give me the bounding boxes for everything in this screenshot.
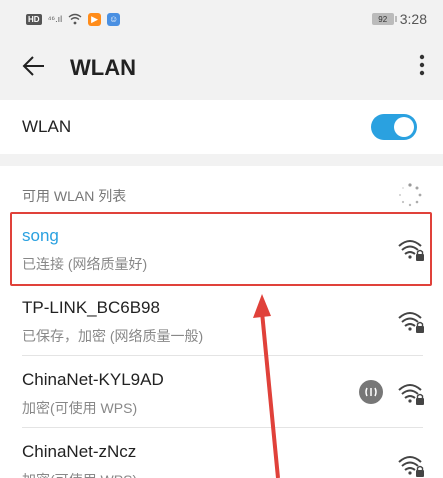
row-divider <box>22 427 423 428</box>
app-notification-icon: ▶ <box>88 12 102 26</box>
network-item-tp-link[interactable]: TP-LINK_BC6B98 已保存，加密 (网络质量一般) <box>0 286 443 356</box>
network-name: TP-LINK_BC6B98 <box>22 298 160 317</box>
clock: 3:28 <box>399 11 427 27</box>
network-status: 已连接 (网络质量好) <box>22 256 148 272</box>
network-item-chinanet-kyl9ad[interactable]: ChinaNet-KYL9AD 加密(可使用 WPS) <box>0 358 443 428</box>
wifi-lock-icon <box>397 308 425 334</box>
status-bar-right: 92 3:28 <box>371 11 427 27</box>
page-title: WLAN <box>70 55 136 80</box>
status-bar-left: HD ⁴⁶.ıl ▶ ☺ <box>26 12 121 26</box>
hd-icon: HD <box>26 13 42 25</box>
wps-icon[interactable] <box>359 380 383 404</box>
network-status: 加密(可使用 WPS) <box>22 470 137 478</box>
wifi-lock-icon <box>397 380 425 406</box>
app-bar: WLAN <box>0 38 443 98</box>
wifi-lock-icon <box>397 452 425 478</box>
network-list-header: 可用 WLAN 列表 <box>22 188 127 204</box>
more-options-icon[interactable] <box>419 53 425 84</box>
app-notification-icon-2: ☺ <box>107 12 121 26</box>
wlan-toggle-row[interactable]: WLAN <box>0 100 443 154</box>
network-name: song <box>22 226 59 245</box>
battery-icon: 92 <box>371 13 397 25</box>
signal-icon: ⁴⁶.ıl <box>47 14 63 24</box>
network-name: ChinaNet-zNcz <box>22 442 137 461</box>
status-bar: HD ⁴⁶.ıl ▶ ☺ 92 3:28 <box>0 0 443 38</box>
back-arrow-icon[interactable] <box>22 53 62 84</box>
network-name: ChinaNet-KYL9AD <box>22 370 164 389</box>
wlan-toggle-label: WLAN <box>22 117 72 136</box>
row-divider <box>22 355 423 356</box>
network-status: 已保存，加密 (网络质量一般) <box>22 328 204 344</box>
wifi-status-icon <box>68 13 82 25</box>
scanning-spinner-icon <box>397 182 423 208</box>
network-item-song[interactable]: song 已连接 (网络质量好) <box>0 214 443 284</box>
network-status: 加密(可使用 WPS) <box>22 400 138 416</box>
network-item-chinanet-zncz[interactable]: ChinaNet-zNcz 加密(可使用 WPS) <box>0 430 443 478</box>
network-list: 可用 WLAN 列表 song 已连接 (网络质量好) TP-LINK_BC6B… <box>0 166 443 478</box>
wifi-lock-icon <box>397 236 425 262</box>
wlan-switch[interactable] <box>371 114 417 140</box>
